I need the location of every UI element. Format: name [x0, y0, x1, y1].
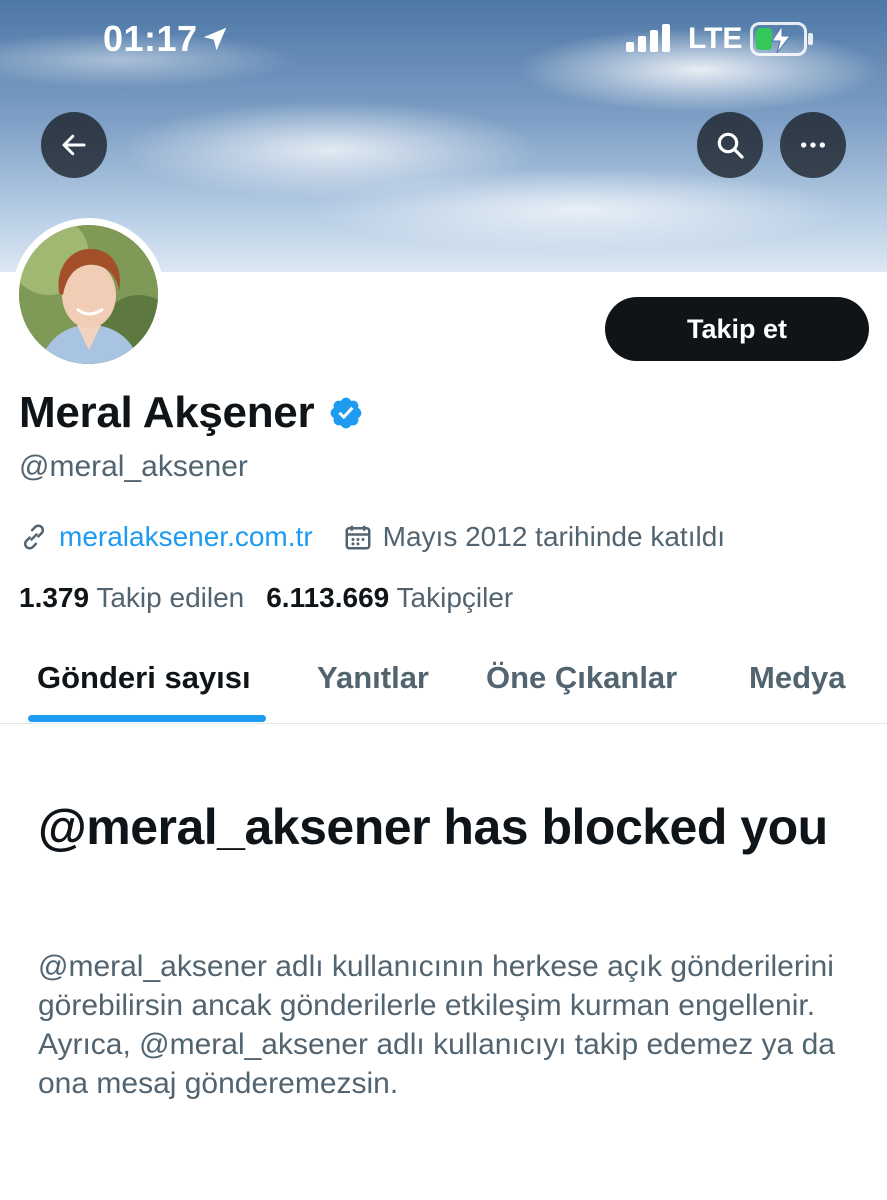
profile-handle: @meral_aksener [19, 450, 248, 483]
more-button[interactable] [780, 112, 846, 178]
following-label: Takip edilen [96, 582, 245, 613]
followers-count: 6.113.669 [266, 582, 390, 613]
following-stat[interactable]: 1.379 Takip edilen [19, 582, 244, 614]
follow-stats: 1.379 Takip edilen 6.113.669 Takipçiler [19, 582, 535, 614]
profile-website-link[interactable]: meralaksener.com.tr [59, 521, 313, 553]
tab-highlights[interactable]: Öne Çıkanlar [486, 660, 677, 696]
profile-photo [19, 225, 158, 364]
network-type: LTE [688, 22, 743, 55]
calendar-icon [345, 525, 371, 550]
avatar-image [19, 225, 158, 364]
tab-media[interactable]: Medya [749, 660, 845, 696]
back-arrow-icon [62, 134, 86, 156]
status-bar: 01:17 LTE [0, 0, 887, 80]
blocked-description: @meral_aksener adlı kullanıcının herkese… [38, 950, 835, 1100]
verified-badge-icon[interactable] [328, 395, 364, 431]
follow-button[interactable]: Takip et [605, 297, 869, 361]
active-tab-indicator [28, 715, 266, 722]
profile-tabs: Gönderi sayısı Yanıtlar Öne Çıkanlar Med… [0, 640, 887, 724]
more-dots-icon [801, 142, 825, 148]
following-count: 1.379 [19, 582, 90, 613]
blocked-title: @meral_aksener has blocked you [38, 799, 828, 855]
search-button[interactable] [697, 112, 763, 178]
profile-name: Meral Akşener [19, 388, 315, 437]
tab-replies[interactable]: Yanıtlar [317, 660, 429, 696]
status-time: 01:17 [103, 18, 198, 59]
avatar[interactable] [12, 218, 165, 371]
followers-label: Takipçiler [396, 582, 514, 613]
back-button[interactable] [41, 112, 107, 178]
tab-posts[interactable]: Gönderi sayısı [37, 660, 251, 696]
link-icon [23, 524, 45, 550]
followers-stat[interactable]: 6.113.669 Takipçiler [266, 582, 513, 614]
profile-meta: meralaksener.com.tr Mayıs 2012 tarihinde… [19, 521, 725, 553]
search-icon [717, 132, 744, 159]
profile-name-row: Meral Akşener [19, 388, 364, 438]
battery-charging-icon [750, 22, 813, 56]
joined-date: Mayıs 2012 tarihinde katıldı [382, 521, 726, 552]
location-arrow-icon [203, 27, 227, 51]
signal-bars-icon [626, 24, 670, 52]
